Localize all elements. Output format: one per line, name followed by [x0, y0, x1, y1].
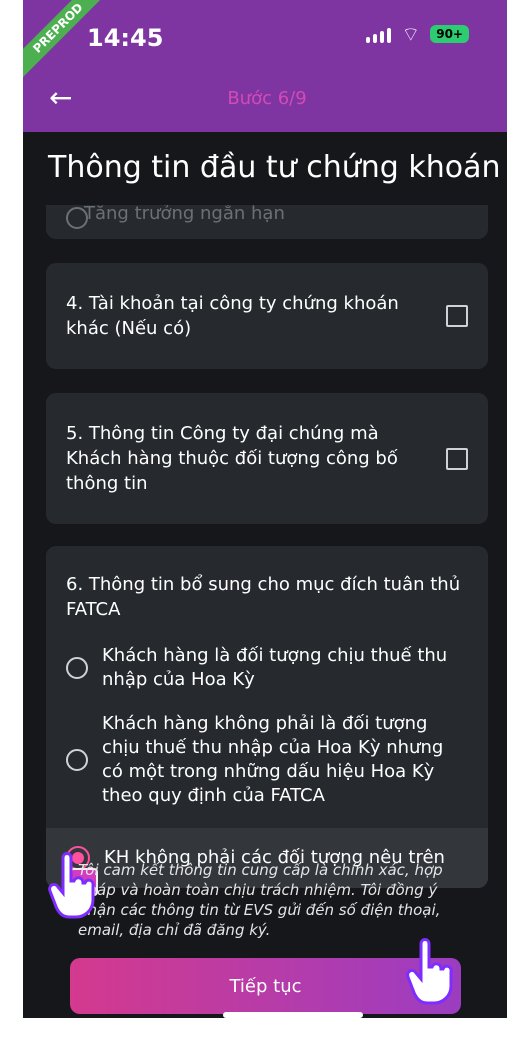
checkbox-item-4[interactable]: 4. Tài khoản tại công ty chứng khoán khá… — [46, 263, 488, 369]
partial-option-label: Tăng trưởng ngắn hạn — [84, 205, 285, 224]
radio-button[interactable] — [66, 657, 88, 679]
status-time: 14:45 — [87, 24, 164, 52]
wifi-icon: ⌔ — [401, 22, 421, 46]
checkbox-item-5[interactable]: 5. Thông tin Công ty đại chúng mà Khách … — [46, 393, 488, 524]
commitment-text: Tôi cam kết thông tin cung cấp là chính … — [78, 861, 443, 939]
top-bar: PREPROD 14:45 ⌔ 90+ ← Bước 6/9 — [23, 0, 507, 132]
fatca-option-us-indicia[interactable]: Khách hàng không phải là đối tượng chịu … — [66, 712, 468, 808]
signal-icon — [366, 25, 392, 43]
home-indicator — [223, 1012, 363, 1018]
fatca-option-us-taxpayer[interactable]: Khách hàng là đối tượng chịu thuế thu nh… — [66, 644, 468, 692]
app-screen: PREPROD 14:45 ⌔ 90+ ← Bước 6/9 Thông tin… — [23, 0, 507, 1018]
checkbox-item-label: 4. Tài khoản tại công ty chứng khoán khá… — [66, 293, 399, 339]
status-icons: ⌔ 90+ — [366, 24, 469, 44]
page-title: Thông tin đầu tư chứng khoán — [48, 150, 501, 185]
partial-card: Tăng trưởng ngắn hạn — [46, 205, 488, 239]
checkbox-item-4-box[interactable] — [446, 305, 468, 327]
step-indicator: Bước 6/9 — [227, 88, 307, 109]
checkbox-item-5-box[interactable] — [446, 447, 468, 470]
fatca-card: 6. Thông tin bổ sung cho mục đích tuân t… — [46, 546, 488, 888]
form-content: Tăng trưởng ngắn hạn 4. Tài khoản tại cô… — [46, 205, 488, 888]
checkbox-item-label: 5. Thông tin Công ty đại chúng mà Khách … — [66, 423, 398, 494]
battery-badge: 90+ — [430, 25, 469, 43]
option-label: Khách hàng là đối tượng chịu thuế thu nh… — [102, 645, 448, 690]
pointing-hand-icon — [406, 938, 453, 1005]
pointing-hand-icon — [48, 852, 95, 919]
fatca-title: 6. Thông tin bổ sung cho mục đích tuân t… — [66, 574, 461, 620]
option-label: Khách hàng không phải là đối tượng chịu … — [102, 713, 444, 806]
radio-button[interactable] — [66, 749, 88, 771]
continue-button-label: Tiếp tục — [229, 975, 302, 997]
